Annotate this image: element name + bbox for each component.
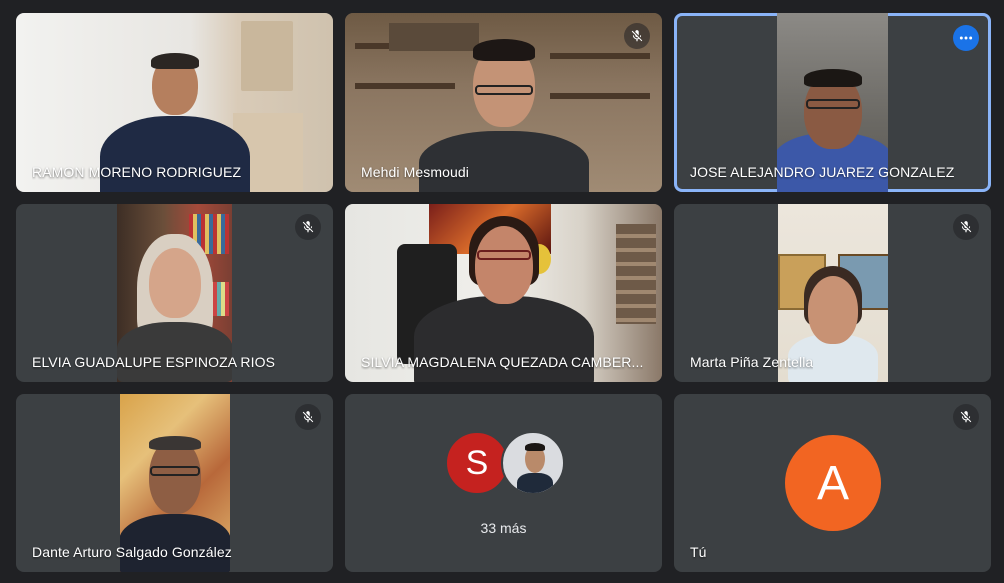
participant-name: Marta Piña Zentella [690,354,814,370]
more-options-icon[interactable] [953,25,979,51]
self-label: Tú [690,544,707,560]
overflow-avatars: S [445,431,567,495]
avatar [501,431,565,495]
participant-tile-dante[interactable]: Dante Arturo Salgado González [16,394,333,572]
mic-off-icon [624,23,650,49]
mic-off-icon [953,214,979,240]
self-avatar: A [785,435,881,531]
participant-tile-ramon[interactable]: RAMON MORENO RODRIGUEZ [16,13,333,192]
participant-tile-elvia[interactable]: ELVIA GUADALUPE ESPINOZA RIOS [16,204,333,382]
participant-name: RAMON MORENO RODRIGUEZ [32,164,242,180]
participant-name: Dante Arturo Salgado González [32,544,232,560]
participant-tile-marta[interactable]: Marta Piña Zentella [674,204,991,382]
mic-off-icon [295,214,321,240]
participant-name: JOSE ALEJANDRO JUAREZ GONZALEZ [690,164,955,180]
mic-off-icon [953,404,979,430]
participant-name: ELVIA GUADALUPE ESPINOZA RIOS [32,354,276,370]
participant-tile-jose[interactable]: JOSE ALEJANDRO JUAREZ GONZALEZ [674,13,991,192]
avatar-initial: S [445,431,509,495]
participant-tile-silvia[interactable]: SILVIA MAGDALENA QUEZADA CAMBER... [345,204,662,382]
participant-tile-mehdi[interactable]: Mehdi Mesmoudi [345,13,662,192]
participant-name: Mehdi Mesmoudi [361,164,469,180]
mic-off-icon [295,404,321,430]
more-participants-count: 33 más [480,520,527,536]
self-tile[interactable]: A Tú [674,394,991,572]
overflow-participants-tile[interactable]: S 33 más [345,394,662,572]
participant-name: SILVIA MAGDALENA QUEZADA CAMBER... [361,354,644,370]
